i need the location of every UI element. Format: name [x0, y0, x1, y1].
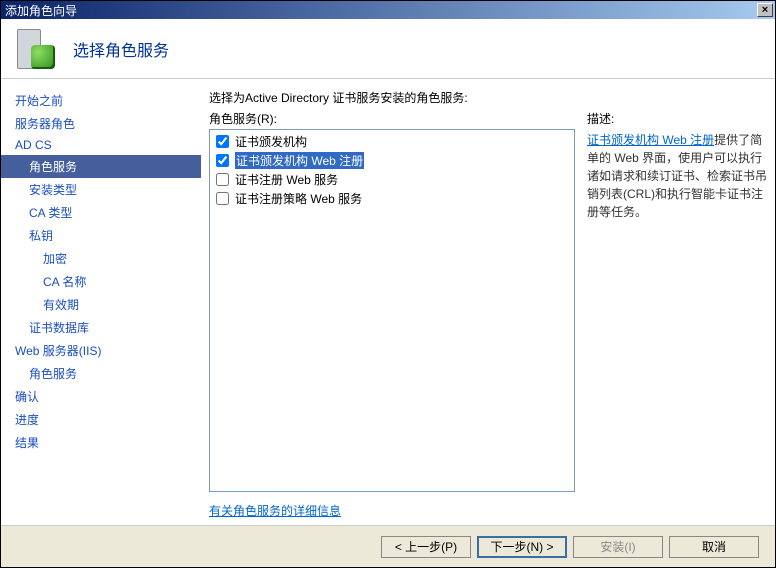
option-row-1[interactable]: 证书颁发机构 Web 注册: [212, 151, 572, 170]
sidebar-item-9[interactable]: 有效期: [1, 293, 201, 316]
sidebar-item-10[interactable]: 证书数据库: [1, 316, 201, 339]
option-checkbox-0[interactable]: [216, 135, 229, 148]
titlebar: 添加角色向导 ×: [1, 1, 775, 19]
option-row-2[interactable]: 证书注册 Web 服务: [212, 170, 572, 189]
sidebar-item-4[interactable]: 安装类型: [1, 178, 201, 201]
window-title: 添加角色向导: [3, 2, 757, 19]
list-label: 角色服务(R):: [209, 110, 575, 127]
description-panel: 描述: 证书颁发机构 Web 注册提供了简单的 Web 界面，使用户可以执行诸如…: [587, 110, 767, 519]
option-row-0[interactable]: 证书颁发机构: [212, 132, 572, 151]
wizard-footer: < 上一步(P) 下一步(N) > 安装(I) 取消: [1, 525, 775, 567]
description-title: 描述:: [587, 110, 767, 127]
next-button[interactable]: 下一步(N) >: [477, 536, 567, 558]
prev-button[interactable]: < 上一步(P): [381, 536, 471, 558]
instruction-text: 选择为Active Directory 证书服务安装的角色服务:: [209, 89, 767, 106]
install-button[interactable]: 安装(I): [573, 536, 663, 558]
option-checkbox-3[interactable]: [216, 192, 229, 205]
sidebar-item-7[interactable]: 加密: [1, 247, 201, 270]
role-services-listbox[interactable]: 证书颁发机构证书颁发机构 Web 注册证书注册 Web 服务证书注册策略 Web…: [209, 129, 575, 492]
description-link[interactable]: 证书颁发机构 Web 注册: [587, 133, 714, 147]
description-text: 证书颁发机构 Web 注册提供了简单的 Web 界面，使用户可以执行诸如请求和续…: [587, 131, 767, 221]
sidebar-item-8[interactable]: CA 名称: [1, 270, 201, 293]
sidebar-item-3[interactable]: 角色服务: [1, 155, 201, 178]
sidebar-item-15[interactable]: 结果: [1, 431, 201, 454]
sidebar-item-2[interactable]: AD CS: [1, 135, 201, 155]
sidebar-item-13[interactable]: 确认: [1, 385, 201, 408]
sidebar-item-1[interactable]: 服务器角色: [1, 112, 201, 135]
sidebar-item-0[interactable]: 开始之前: [1, 89, 201, 112]
more-info-link[interactable]: 有关角色服务的详细信息: [209, 502, 575, 519]
wizard-header: 选择角色服务: [1, 19, 775, 79]
sidebar-item-11[interactable]: Web 服务器(IIS): [1, 339, 201, 362]
page-heading: 选择角色服务: [73, 37, 169, 61]
option-label-1: 证书颁发机构 Web 注册: [235, 152, 364, 169]
option-label-2: 证书注册 Web 服务: [235, 171, 338, 188]
option-row-3[interactable]: 证书注册策略 Web 服务: [212, 189, 572, 208]
main-panel: 选择为Active Directory 证书服务安装的角色服务: 角色服务(R)…: [201, 79, 775, 525]
option-label-3: 证书注册策略 Web 服务: [235, 190, 362, 207]
option-checkbox-1[interactable]: [216, 154, 229, 167]
cancel-button[interactable]: 取消: [669, 536, 759, 558]
sidebar-item-12[interactable]: 角色服务: [1, 362, 201, 385]
option-label-0: 证书颁发机构: [235, 133, 307, 150]
sidebar-item-6[interactable]: 私钥: [1, 224, 201, 247]
server-role-icon: [13, 27, 57, 71]
sidebar-item-14[interactable]: 进度: [1, 408, 201, 431]
wizard-sidebar: 开始之前服务器角色AD CS角色服务安装类型CA 类型私钥加密CA 名称有效期证…: [1, 79, 201, 525]
close-button[interactable]: ×: [757, 3, 773, 17]
option-checkbox-2[interactable]: [216, 173, 229, 186]
sidebar-item-5[interactable]: CA 类型: [1, 201, 201, 224]
